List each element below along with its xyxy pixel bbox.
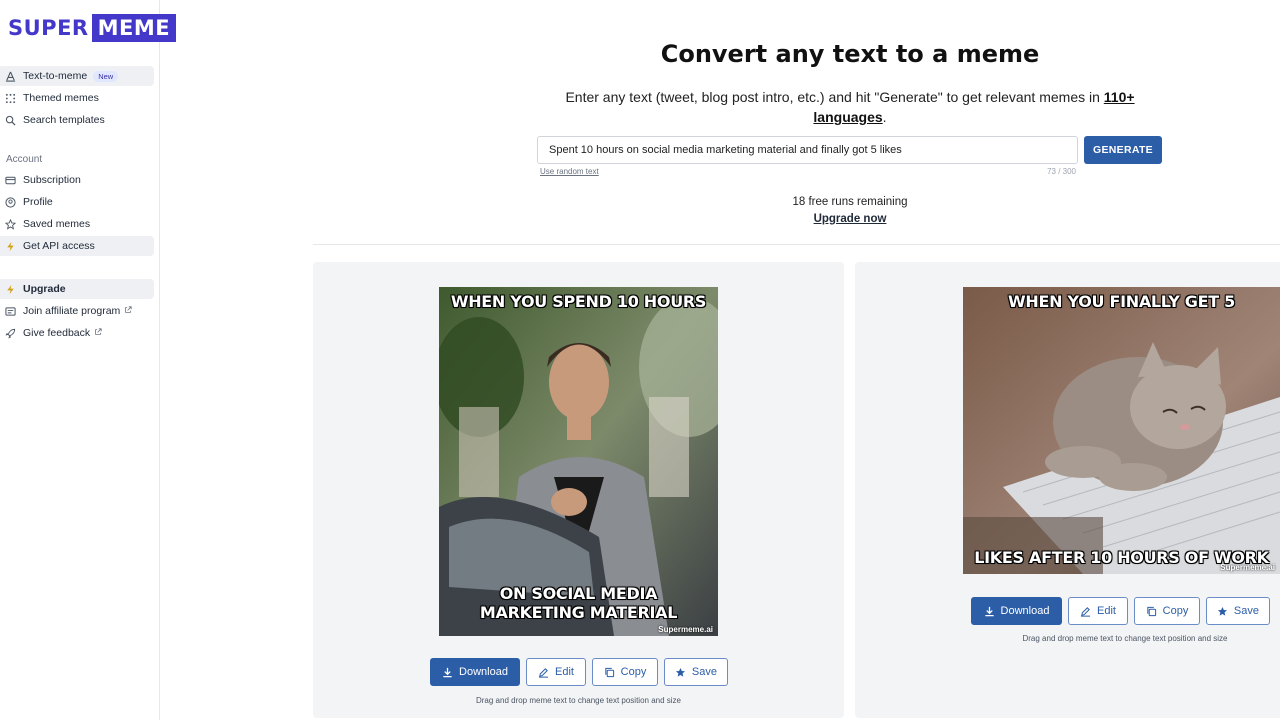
subtitle-text: Enter any text (tweet, blog post intro, … — [565, 89, 1100, 105]
watermark: Supermeme.ai — [658, 625, 713, 634]
meme-bottom-text[interactable]: ON SOCIAL MEDIA MARKETING MATERIAL — [439, 584, 718, 622]
page-title: Convert any text to a meme — [660, 40, 1040, 68]
sidebar-item-label: Themed memes — [23, 92, 99, 104]
sidebar-item-label: Join affiliate program — [23, 305, 121, 317]
sidebar-item-profile[interactable]: Profile — [0, 192, 154, 212]
meme-photo — [963, 287, 1280, 574]
sidebar-item-upgrade[interactable]: Upgrade — [0, 279, 154, 299]
star-icon — [675, 667, 686, 677]
download-icon — [443, 667, 452, 677]
meme-actions: Download Edit Copy Save — [971, 597, 1270, 625]
edit-icon — [538, 667, 549, 678]
sidebar-item-label: Upgrade — [23, 283, 66, 295]
logo-text-super: SUPER — [8, 16, 89, 40]
grid-icon — [4, 92, 17, 105]
sidebar-item-label: Saved memes — [23, 218, 91, 230]
page-subtitle: Enter any text (tweet, blog post intro, … — [550, 87, 1150, 127]
bolt-icon — [4, 283, 17, 296]
edit-icon — [1080, 606, 1091, 617]
copy-button[interactable]: Copy — [592, 658, 658, 686]
watermark: Supermeme.ai — [1220, 563, 1275, 572]
edit-label: Edit — [1097, 605, 1116, 617]
star-icon — [4, 218, 17, 231]
download-button[interactable]: Download — [971, 597, 1062, 625]
save-button[interactable]: Save — [1206, 597, 1270, 625]
meme-card: WHEN YOU FINALLY GET 5 LIKES AFTER 10 HO… — [855, 262, 1280, 718]
meme-text-field[interactable] — [537, 136, 1078, 164]
drag-hint: Drag and drop meme text to change text p… — [1022, 634, 1228, 643]
sidebar-item-label: Subscription — [23, 174, 81, 186]
meme-image[interactable]: WHEN YOU SPEND 10 HOURS ON SOCIAL MEDIA … — [439, 287, 718, 636]
download-icon — [984, 606, 994, 616]
copy-button[interactable]: Copy — [1134, 597, 1200, 625]
copy-label: Copy — [620, 666, 647, 678]
meme-top-text[interactable]: WHEN YOU SPEND 10 HOURS — [439, 292, 718, 311]
sidebar: SUPER MEME Text-to-meme New Themed memes… — [0, 0, 177, 720]
text-icon — [4, 70, 17, 83]
sidebar-item-label: Profile — [23, 196, 53, 208]
logo[interactable]: SUPER MEME — [8, 14, 177, 42]
sidebar-item-label: Search templates — [23, 114, 105, 126]
sidebar-item-search-templates[interactable]: Search templates — [0, 110, 154, 130]
star-icon — [1217, 606, 1228, 616]
meme-card: WHEN YOU SPEND 10 HOURS ON SOCIAL MEDIA … — [313, 262, 844, 718]
edit-button[interactable]: Edit — [526, 658, 586, 686]
bolt-icon — [4, 240, 17, 253]
sidebar-item-join-affiliate[interactable]: Join affiliate program — [0, 301, 154, 321]
sidebar-item-label: Text-to-meme — [23, 70, 88, 82]
rocket-icon — [4, 327, 17, 340]
download-button[interactable]: Download — [430, 658, 520, 686]
save-label: Save — [691, 666, 717, 678]
drag-hint: Drag and drop meme text to change text p… — [475, 696, 681, 705]
upgrade-now-link[interactable]: Upgrade now — [750, 213, 950, 225]
affiliate-icon — [4, 305, 17, 318]
edit-label: Edit — [555, 666, 574, 678]
edit-button[interactable]: Edit — [1068, 597, 1128, 625]
copy-icon — [1146, 606, 1156, 616]
char-counter: 73 / 300 — [1047, 167, 1076, 176]
main-content: Convert any text to a meme Enter any tex… — [160, 0, 1280, 720]
external-link-icon — [94, 327, 102, 339]
external-link-icon — [124, 305, 132, 317]
runs-remaining: 18 free runs remaining — [792, 196, 908, 208]
meme-actions: Download Edit Copy Save — [430, 658, 728, 686]
primary-nav: Text-to-meme New Themed memes Search tem… — [0, 64, 160, 132]
search-icon — [4, 114, 17, 127]
sidebar-item-get-api-access[interactable]: Get API access — [0, 236, 154, 256]
meme-image[interactable]: WHEN YOU FINALLY GET 5 LIKES AFTER 10 HO… — [963, 287, 1280, 574]
account-nav: Subscription Profile Saved memes Get API… — [0, 168, 160, 258]
generate-button[interactable]: GENERATE — [1084, 136, 1162, 164]
meme-text-input[interactable] — [538, 137, 1077, 163]
new-badge: New — [93, 70, 119, 82]
sidebar-item-label: Get API access — [23, 240, 95, 252]
use-random-text-link[interactable]: Use random text — [540, 167, 599, 176]
card-icon — [4, 174, 17, 187]
sidebar-item-text-to-meme[interactable]: Text-to-meme New — [0, 66, 154, 86]
subtitle-end: . — [882, 109, 887, 125]
copy-label: Copy — [1162, 605, 1189, 617]
account-section-label: Account — [6, 154, 43, 165]
download-label: Download — [1000, 605, 1050, 617]
sidebar-item-give-feedback[interactable]: Give feedback — [0, 323, 154, 343]
download-label: Download — [459, 666, 508, 678]
divider — [313, 244, 1280, 245]
sidebar-item-subscription[interactable]: Subscription — [0, 170, 154, 190]
meme-top-text[interactable]: WHEN YOU FINALLY GET 5 — [963, 292, 1280, 311]
save-button[interactable]: Save — [664, 658, 728, 686]
sidebar-item-themed-memes[interactable]: Themed memes — [0, 88, 154, 108]
sidebar-item-saved-memes[interactable]: Saved memes — [0, 214, 154, 234]
sidebar-item-label: Give feedback — [23, 327, 91, 339]
extras-nav: Upgrade Join affiliate program Give feed… — [0, 277, 160, 345]
save-label: Save — [1233, 605, 1259, 617]
copy-icon — [604, 667, 614, 677]
user-icon — [4, 196, 17, 209]
